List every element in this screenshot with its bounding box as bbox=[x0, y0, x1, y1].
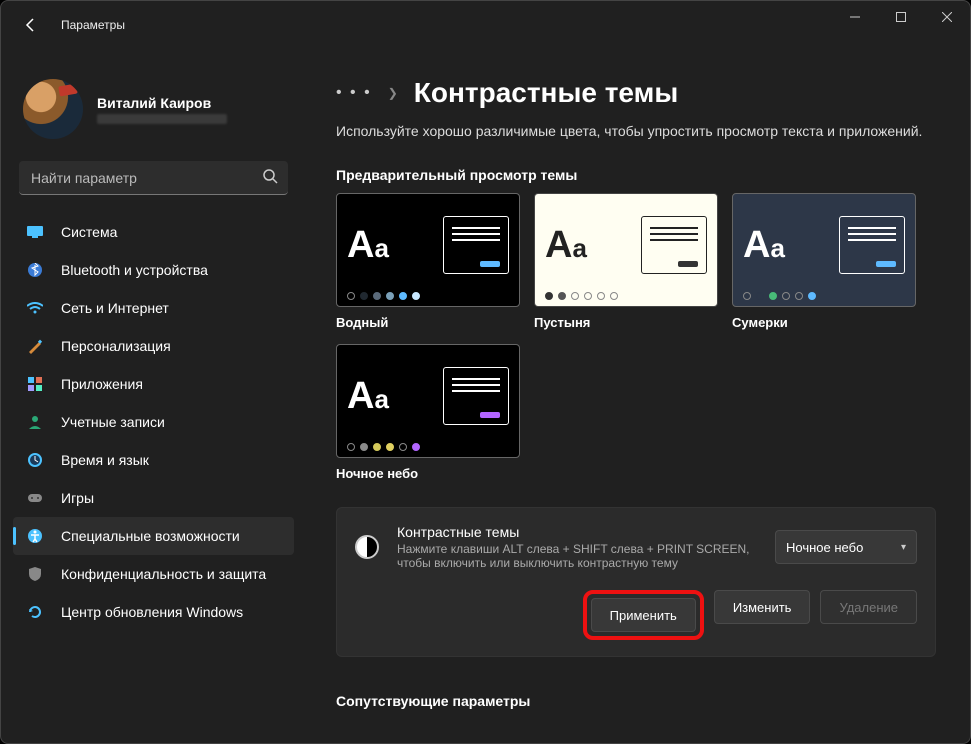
theme-dusk[interactable]: Aa Сумерки bbox=[732, 193, 916, 330]
edit-button[interactable]: Изменить bbox=[714, 590, 811, 624]
nav-network[interactable]: Сеть и Интернет bbox=[13, 289, 294, 327]
theme-desert[interactable]: Aa Пустыня bbox=[534, 193, 718, 330]
nav-label: Система bbox=[61, 224, 117, 240]
theme-label: Сумерки bbox=[732, 315, 916, 330]
nav-label: Персонализация bbox=[61, 338, 171, 354]
apply-button[interactable]: Применить bbox=[591, 598, 696, 632]
person-icon bbox=[25, 415, 45, 429]
titlebar: Параметры bbox=[1, 1, 970, 49]
bluetooth-icon bbox=[25, 263, 45, 277]
page-title: Контрастные темы bbox=[414, 77, 679, 109]
breadcrumb: • • • ❯ Контрастные темы bbox=[336, 77, 936, 109]
avatar bbox=[23, 79, 83, 139]
chevron-down-icon: ▾ bbox=[901, 542, 906, 553]
minimize-button[interactable] bbox=[832, 1, 878, 33]
gamepad-icon bbox=[25, 492, 45, 504]
profile[interactable]: Виталий Каиров bbox=[23, 79, 284, 139]
maximize-button[interactable] bbox=[878, 1, 924, 33]
nav-apps[interactable]: Приложения bbox=[13, 365, 294, 403]
profile-email bbox=[97, 114, 227, 124]
wifi-icon bbox=[25, 302, 45, 314]
preview-label: Предварительный просмотр темы bbox=[336, 167, 936, 183]
nav-gaming[interactable]: Игры bbox=[13, 479, 294, 517]
profile-name: Виталий Каиров bbox=[97, 95, 227, 111]
theme-night[interactable]: Aa Ночное небо bbox=[336, 344, 520, 481]
system-icon bbox=[25, 226, 45, 238]
nav-privacy[interactable]: Конфиденциальность и защита bbox=[13, 555, 294, 593]
nav-time-language[interactable]: Время и язык bbox=[13, 441, 294, 479]
card-title: Контрастные темы bbox=[397, 524, 757, 540]
search-icon bbox=[262, 168, 278, 187]
dropdown-value: Ночное небо bbox=[786, 540, 863, 555]
nav-label: Учетные записи bbox=[61, 414, 165, 430]
nav-label: Приложения bbox=[61, 376, 143, 392]
nav-label: Игры bbox=[61, 490, 94, 506]
clock-icon bbox=[25, 453, 45, 467]
window-title: Параметры bbox=[61, 18, 125, 32]
page-description: Используйте хорошо различимые цвета, что… bbox=[336, 123, 936, 139]
close-button[interactable] bbox=[924, 1, 970, 33]
nav-personalization[interactable]: Персонализация bbox=[13, 327, 294, 365]
card-desc: Нажмите клавиши ALT слева + SHIFT слева … bbox=[397, 542, 757, 570]
nav-label: Bluetooth и устройства bbox=[61, 262, 208, 278]
related-settings-label: Сопутствующие параметры bbox=[336, 693, 936, 709]
shield-icon bbox=[25, 567, 45, 581]
main-content: • • • ❯ Контрастные темы Используйте хор… bbox=[306, 49, 970, 743]
update-icon bbox=[25, 605, 45, 619]
back-button[interactable] bbox=[19, 13, 43, 37]
nav-label: Специальные возможности bbox=[61, 528, 240, 544]
contrast-themes-card: Контрастные темы Нажмите клавиши ALT сле… bbox=[336, 507, 936, 657]
nav-label: Конфиденциальность и защита bbox=[61, 566, 266, 582]
brush-icon bbox=[25, 338, 45, 354]
sidebar: Виталий Каиров Система Bluetooth и устро… bbox=[1, 49, 306, 743]
apps-icon bbox=[25, 377, 45, 391]
theme-label: Пустыня bbox=[534, 315, 718, 330]
search-box[interactable] bbox=[19, 161, 288, 195]
nav-label: Сеть и Интернет bbox=[61, 300, 169, 316]
theme-dropdown[interactable]: Ночное небо ▾ bbox=[775, 530, 917, 564]
accessibility-icon bbox=[25, 529, 45, 543]
nav-accessibility[interactable]: Специальные возможности bbox=[13, 517, 294, 555]
nav-update[interactable]: Центр обновления Windows bbox=[13, 593, 294, 631]
nav-label: Центр обновления Windows bbox=[61, 604, 243, 620]
nav-label: Время и язык bbox=[61, 452, 149, 468]
delete-button: Удаление bbox=[820, 590, 917, 624]
contrast-icon bbox=[355, 535, 379, 559]
theme-aquatic[interactable]: Aa Водный bbox=[336, 193, 520, 330]
nav-bluetooth[interactable]: Bluetooth и устройства bbox=[13, 251, 294, 289]
theme-label: Водный bbox=[336, 315, 520, 330]
nav-system[interactable]: Система bbox=[13, 213, 294, 251]
theme-label: Ночное небо bbox=[336, 466, 520, 481]
breadcrumb-more[interactable]: • • • bbox=[336, 84, 372, 102]
apply-highlight: Применить bbox=[583, 590, 704, 640]
search-input[interactable] bbox=[19, 161, 288, 195]
chevron-right-icon: ❯ bbox=[388, 86, 398, 100]
nav-accounts[interactable]: Учетные записи bbox=[13, 403, 294, 441]
